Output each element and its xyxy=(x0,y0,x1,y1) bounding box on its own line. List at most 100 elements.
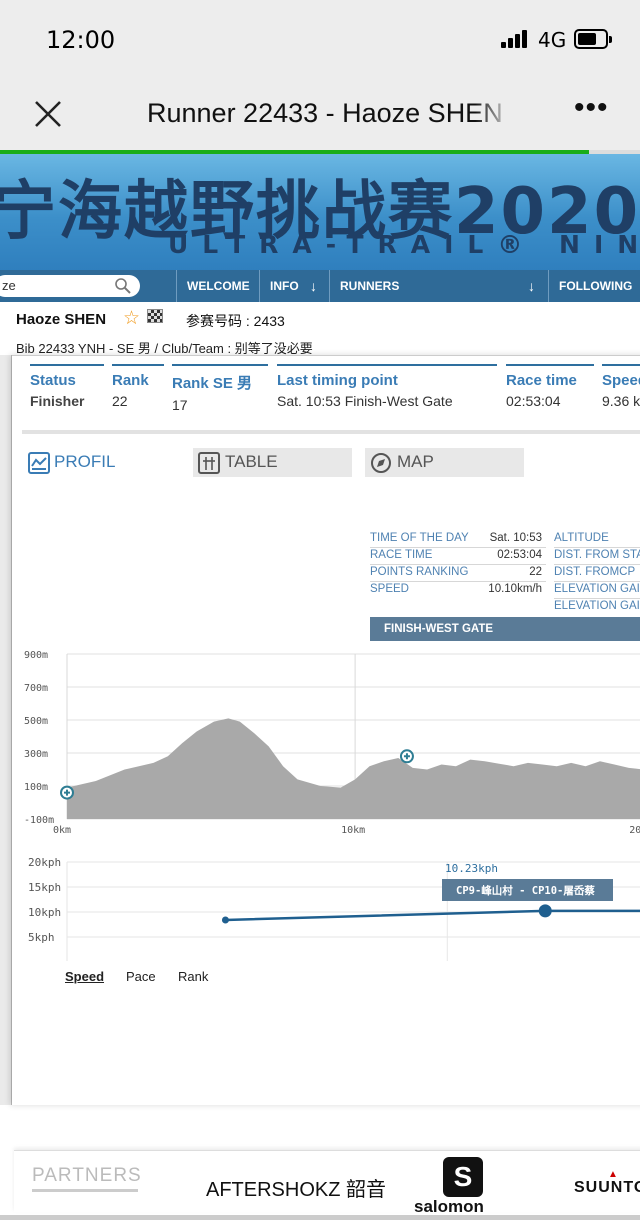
divider xyxy=(32,1189,138,1192)
tab-table[interactable]: TABLE xyxy=(193,448,352,477)
stat-speed: Speed 9.36 km/h xyxy=(602,364,640,409)
search-input[interactable]: ze xyxy=(0,275,140,297)
battery-icon xyxy=(574,29,612,49)
suunto-logo[interactable]: SUUNTO xyxy=(574,1179,640,1197)
stat-label: Speed xyxy=(602,372,640,389)
site-menu: ze WELCOME INFO ↓ RUNNERS ↓ FOLLOWING xyxy=(0,270,640,302)
x-tick-label: 20km xyxy=(629,825,640,836)
detail-row: SPEED 10.10km/h xyxy=(370,583,546,599)
y-tick-label: 5kph xyxy=(28,931,55,944)
detail-key: ELEVATION GAIN xyxy=(554,583,640,595)
event-banner: 宁海越野挑战赛2020 ULTRA-TRAIL® NINH xyxy=(0,154,640,270)
elevation-area xyxy=(67,718,640,819)
divider xyxy=(22,430,640,434)
salomon-logo[interactable]: S xyxy=(443,1157,483,1197)
detail-key: DIST. FROM START xyxy=(554,549,640,561)
y-tick-label: 300m xyxy=(24,749,48,760)
menu-welcome-label: WELCOME xyxy=(187,279,250,293)
stat-label: Last timing point xyxy=(277,372,398,389)
stat-value: 02:53:04 xyxy=(506,393,561,409)
stat-status: Status Finisher xyxy=(30,364,104,409)
stat-last-timing-point: Last timing point Sat. 10:53 Finish-West… xyxy=(277,364,497,409)
tab-rank[interactable]: Rank xyxy=(178,969,208,984)
signal-icon xyxy=(501,30,531,48)
compass-icon xyxy=(371,453,391,473)
detail-value: Sat. 10:53 xyxy=(489,532,542,544)
detail-value: 22 xyxy=(529,566,542,578)
stat-label: Rank SE 男 xyxy=(172,375,253,392)
y-tick-label: 500m xyxy=(24,716,48,727)
detail-key: POINTS RANKING xyxy=(370,566,469,578)
arrow-down-icon: ↓ xyxy=(528,278,535,294)
partners-footer: PARTNERS AFTERSHOKZ 韶音 S salomon ▲ SUUNT… xyxy=(14,1150,640,1216)
table-grid-icon xyxy=(198,452,220,474)
tab-speed[interactable]: Speed xyxy=(65,969,104,984)
y-tick-label: 20kph xyxy=(28,856,61,869)
y-tick-label: 100m xyxy=(24,782,48,793)
profile-chart-icon xyxy=(28,452,50,474)
detail-key: SPEED xyxy=(370,583,409,595)
speed-point xyxy=(221,916,229,924)
stat-label: Status xyxy=(30,372,76,389)
menu-runners-label: RUNNERS xyxy=(340,279,400,293)
menu-welcome[interactable]: WELCOME xyxy=(176,270,260,302)
star-favorite-icon[interactable]: ☆ xyxy=(123,307,140,330)
menu-info[interactable]: INFO ↓ xyxy=(259,270,329,302)
clock: 12:00 xyxy=(46,26,116,54)
side-panel-edge[interactable] xyxy=(0,355,12,1105)
network-type: 4G xyxy=(538,28,567,52)
tab-pace[interactable]: Pace xyxy=(126,969,156,984)
menu-runners[interactable]: RUNNERS ↓ xyxy=(329,270,548,302)
stat-value: Sat. 10:53 Finish-West Gate xyxy=(277,393,453,409)
partners-heading: PARTNERS xyxy=(32,1165,142,1186)
detail-row: ELEVATION GAIN xyxy=(554,600,640,616)
detail-key: ELEVATION GAIN xyxy=(554,600,640,612)
more-options-button[interactable]: ••• xyxy=(574,93,614,128)
stat-rank-category: Rank SE 男 17 xyxy=(172,364,268,413)
page-title: Runner 22433 - Haoze SHEN xyxy=(147,98,503,128)
tab-label: MAP xyxy=(397,452,434,471)
detail-value: 02:53:04 xyxy=(497,549,542,561)
search-icon[interactable] xyxy=(114,277,132,295)
tab-label: PROFIL xyxy=(54,452,116,471)
stat-label: Race time xyxy=(506,372,577,389)
detail-row: TIME OF THE DAY Sat. 10:53 xyxy=(370,532,546,548)
detail-row: ALTITUDE xyxy=(554,532,640,548)
speed-value-label: 10.23kph xyxy=(445,862,498,875)
y-tick-label: 700m xyxy=(24,683,48,694)
stat-value: 9.36 km/h xyxy=(602,393,640,409)
timing-point-name: FINISH-WEST GATE xyxy=(370,617,640,641)
stat-rank: Rank 22 xyxy=(112,364,164,409)
runner-name: Haoze SHEN xyxy=(16,311,107,328)
y-tick-label: -100m xyxy=(24,815,54,826)
menu-following[interactable]: FOLLOWING xyxy=(548,270,640,302)
close-icon[interactable] xyxy=(30,96,66,132)
stat-value: 17 xyxy=(172,397,188,413)
search-value: ze xyxy=(2,278,16,293)
x-tick-label: 10km xyxy=(341,825,365,836)
stat-label: Rank xyxy=(112,372,149,389)
detail-key: DIST. FROMCP xyxy=(554,566,636,578)
bib-number-cn: 参赛号码 : 2433 xyxy=(186,313,285,329)
speed-point-highlight xyxy=(538,904,552,918)
tab-profil[interactable]: PROFIL xyxy=(24,448,174,477)
aftershokz-logo[interactable]: AFTERSHOKZ 韶音 xyxy=(206,1173,386,1202)
detail-key: ALTITUDE xyxy=(554,532,609,544)
elevation-profile-chart[interactable]: 900m 700m 500m 300m 100m -100m0km 10km 20km xyxy=(12,646,640,856)
stat-value: Finisher xyxy=(30,393,85,409)
menu-info-label: INFO xyxy=(270,279,299,293)
stat-value: 22 xyxy=(112,393,128,409)
speed-chart[interactable]: 20kph 15kph 10kph 5kph 10.23kph CP9-峰山村 - CP1… xyxy=(12,846,640,961)
salomon-wordmark[interactable]: salomon xyxy=(414,1197,484,1217)
arrow-down-icon: ↓ xyxy=(310,278,317,294)
detail-key: RACE TIME xyxy=(370,549,433,561)
x-tick-label: 0km xyxy=(53,825,71,836)
tab-map[interactable]: MAP xyxy=(365,448,524,477)
detail-key: TIME OF THE DAY xyxy=(370,532,469,544)
y-tick-label: 900m xyxy=(24,650,48,661)
detail-row: DIST. FROMCP xyxy=(554,566,640,582)
y-tick-label: 10kph xyxy=(28,906,61,919)
y-tick-label: 15kph xyxy=(28,881,61,894)
detail-value: 10.10km/h xyxy=(488,583,542,595)
stat-race-time: Race time 02:53:04 xyxy=(506,364,594,409)
